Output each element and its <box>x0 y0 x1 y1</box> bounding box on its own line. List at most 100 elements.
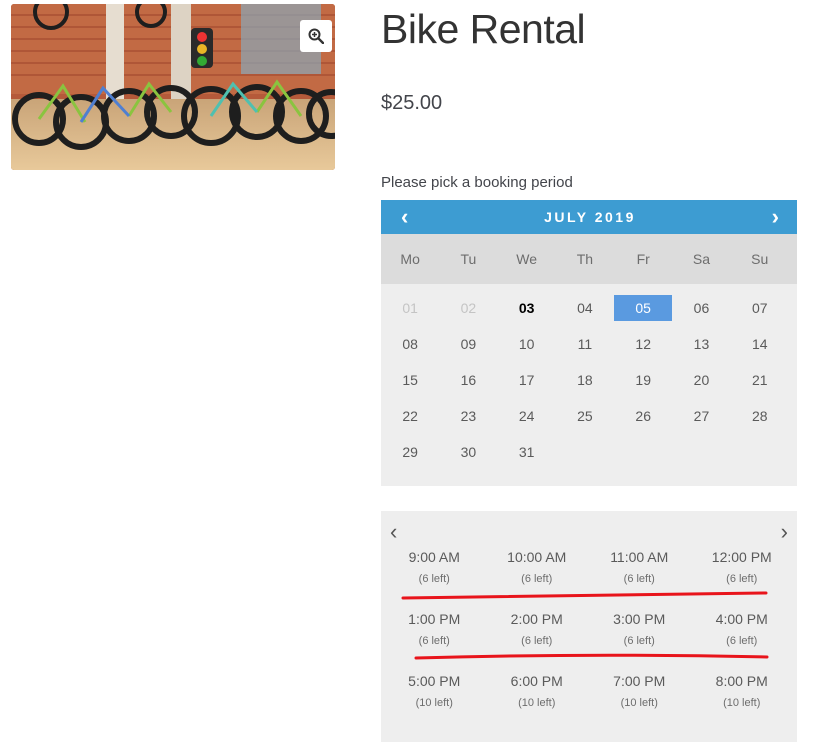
calendar-day[interactable]: 27 <box>672 398 730 434</box>
bikes-photo <box>11 4 335 170</box>
calendar-day[interactable]: 25 <box>556 398 614 434</box>
weekday-label: Su <box>751 251 769 267</box>
weekday-header-row: Mo Tu We Th Fr Sa Su <box>381 234 797 284</box>
calendar-day[interactable]: 21 <box>731 362 789 398</box>
time-slot-time: 9:00 AM <box>408 549 460 565</box>
calendar-day-label: 08 <box>402 336 418 352</box>
calendar-day[interactable]: 03 <box>498 290 556 326</box>
calendar-day-label: 19 <box>635 372 651 388</box>
calendar-day-label: 17 <box>518 372 535 388</box>
time-slot-availability: (10 left) <box>415 697 453 709</box>
calendar-day[interactable]: 19 <box>614 362 672 398</box>
calendar-day-label: 03 <box>518 300 535 316</box>
calendar-day[interactable]: 14 <box>731 326 789 362</box>
calendar-day[interactable]: 26 <box>614 398 672 434</box>
booking-prompt: Please pick a booking period <box>381 174 573 191</box>
calendar-day-label: 06 <box>693 300 710 316</box>
weekday-label: Sa <box>692 251 711 267</box>
calendar-day[interactable]: 28 <box>731 398 789 434</box>
calendar-day-label: 01 <box>402 300 418 316</box>
booking-calendar: ‹ JULY 2019 › Mo Tu We Th Fr Sa Su 01 02 03 04 05 0… <box>381 200 797 486</box>
calendar-day[interactable]: 15 <box>381 362 439 398</box>
calendar-day[interactable]: 06 <box>672 290 730 326</box>
time-slot[interactable]: 5:00 PM (10 left) <box>383 673 486 735</box>
calendar-day[interactable]: 13 <box>672 326 730 362</box>
calendar-day-label: 31 <box>518 444 535 460</box>
calendar-day[interactable]: 05 <box>614 290 673 326</box>
prev-slots-chevron-icon[interactable]: ‹ <box>390 521 397 543</box>
calendar-day-label: 13 <box>693 336 710 352</box>
calendar-day[interactable]: 24 <box>498 398 556 434</box>
calendar-day[interactable]: 10 <box>498 326 556 362</box>
time-slot-availability: (10 left) <box>723 697 761 709</box>
weekday-label: Mo <box>400 251 420 267</box>
time-slot-availability: (10 left) <box>620 697 658 709</box>
calendar-day-label: 18 <box>577 372 593 388</box>
time-slot-time: 11:00 AM <box>610 549 669 565</box>
calendar-day[interactable]: 11 <box>556 326 614 362</box>
calendar-days-grid: 01 02 03 04 05 06 07 08 09 10 11 12 13 14 15 16 17 18 19 20… <box>381 284 797 470</box>
product-title: Bike Rental <box>381 6 586 52</box>
calendar-day-label: 28 <box>751 408 768 424</box>
calendar-day-label: 04 <box>577 300 593 316</box>
calendar-day[interactable]: 07 <box>731 290 789 326</box>
weekday-label: We <box>516 251 538 267</box>
calendar-day-label: 20 <box>693 372 710 388</box>
calendar-day-label: 26 <box>635 408 651 424</box>
calendar-day[interactable]: 23 <box>439 398 497 434</box>
calendar-day-label: 29 <box>402 444 418 460</box>
calendar-day[interactable]: 04 <box>556 290 614 326</box>
time-slot-availability: (10 left) <box>518 697 556 709</box>
calendar-day-label: 21 <box>751 372 768 388</box>
calendar-day-label: 23 <box>460 408 477 424</box>
time-slot-time: 8:00 PM <box>715 673 768 689</box>
calendar-day[interactable]: 22 <box>381 398 439 434</box>
time-slot-availability: (6 left) <box>418 573 450 585</box>
calendar-day-label: 02 <box>460 300 477 316</box>
calendar-day-label: 27 <box>693 408 710 424</box>
calendar-day: 02 <box>439 290 497 326</box>
time-slot[interactable]: 7:00 PM (10 left) <box>588 673 691 735</box>
red-annotation-lines <box>401 591 769 660</box>
calendar-day-label: 14 <box>751 336 768 352</box>
calendar-day-label: 05 <box>614 295 673 321</box>
calendar-day-label: 10 <box>518 336 535 352</box>
time-slot-time: 7:00 PM <box>613 673 666 689</box>
time-slot-row: 5:00 PM (10 left) 6:00 PM (10 left) 7:00 PM (… <box>383 673 793 735</box>
time-slot-time: 12:00 PM <box>711 549 772 565</box>
calendar-day[interactable]: 31 <box>498 434 556 470</box>
calendar-month-label: JULY 2019 <box>544 209 636 225</box>
product-price: $25.00 <box>381 92 443 114</box>
calendar-day[interactable]: 17 <box>498 362 556 398</box>
next-slots-chevron-icon[interactable]: › <box>781 521 788 543</box>
calendar-day-label: 16 <box>460 372 477 388</box>
calendar-day-label: 11 <box>577 336 593 352</box>
time-slot-availability: (6 left) <box>726 573 758 585</box>
red-underline-row-2 <box>414 653 769 660</box>
zoom-button[interactable] <box>300 20 332 52</box>
time-slot[interactable]: 8:00 PM (10 left) <box>691 673 794 735</box>
calendar-header: ‹ JULY 2019 › <box>381 200 797 234</box>
calendar-day[interactable]: 30 <box>439 434 497 470</box>
time-slot-availability: (6 left) <box>623 573 655 585</box>
calendar-day-label: 22 <box>402 408 418 424</box>
calendar-day[interactable]: 08 <box>381 326 439 362</box>
product-image[interactable] <box>11 4 335 170</box>
weekday-label: Th <box>576 251 594 267</box>
calendar-day[interactable]: 09 <box>439 326 497 362</box>
calendar-day-label: 30 <box>460 444 477 460</box>
prev-month-chevron-icon[interactable]: ‹ <box>401 206 408 228</box>
next-month-chevron-icon[interactable]: › <box>772 206 779 228</box>
time-slot[interactable]: 6:00 PM (10 left) <box>486 673 589 735</box>
weekday-label: Fr <box>636 251 650 267</box>
calendar-day[interactable]: 18 <box>556 362 614 398</box>
time-slot-time: 5:00 PM <box>408 673 461 689</box>
calendar-day-label: 12 <box>635 336 651 352</box>
calendar-day[interactable]: 20 <box>672 362 730 398</box>
calendar-day-label: 25 <box>577 408 593 424</box>
calendar-day-label: 24 <box>518 408 535 424</box>
time-slot-time: 10:00 AM <box>507 549 567 565</box>
calendar-day[interactable]: 12 <box>614 326 672 362</box>
calendar-day[interactable]: 29 <box>381 434 439 470</box>
calendar-day[interactable]: 16 <box>439 362 497 398</box>
